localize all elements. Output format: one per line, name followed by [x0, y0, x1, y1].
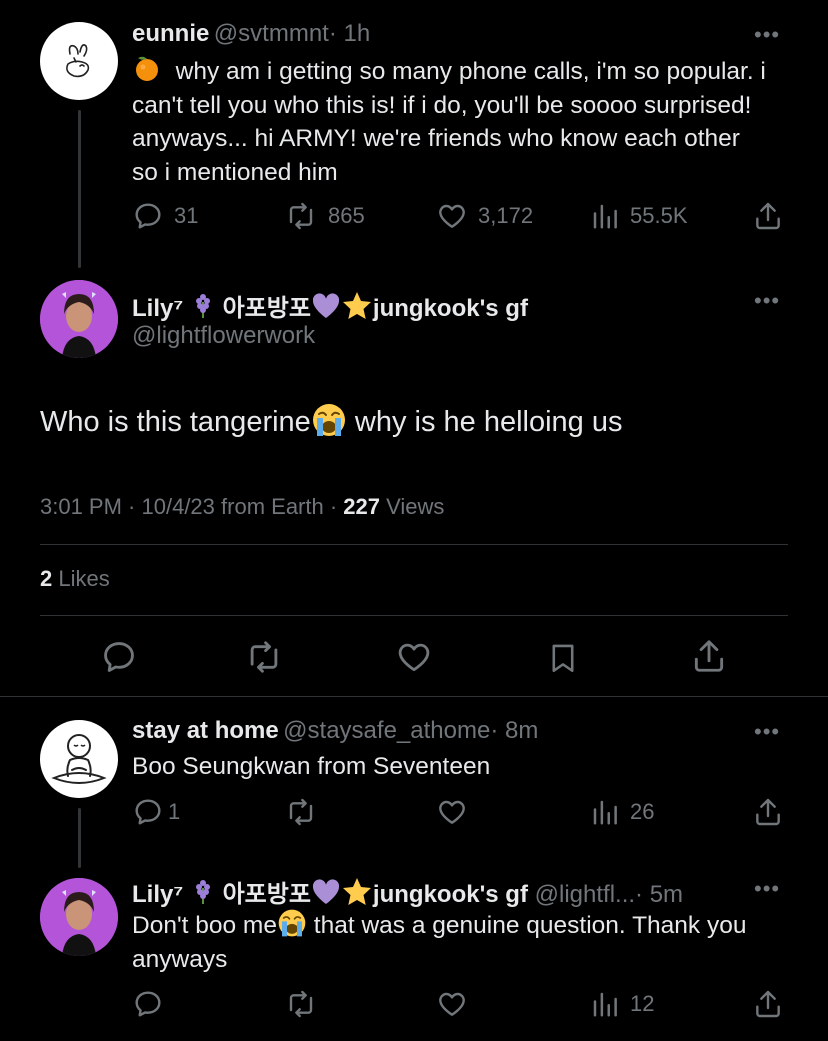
divider	[40, 615, 788, 616]
like-button[interactable]: 3,172	[436, 200, 533, 232]
like-count: 3,172	[478, 203, 534, 228]
retweet-icon	[289, 798, 313, 826]
reply-icon	[135, 991, 161, 1017]
more-options-button[interactable]: •••	[754, 878, 780, 900]
crying-face-emoji	[312, 404, 345, 436]
reply-icon	[104, 642, 134, 672]
tweet-time[interactable]: · 8m	[490, 717, 538, 744]
author-handle[interactable]: @lightflowerwork	[132, 322, 315, 350]
views-button[interactable]: 26	[590, 796, 654, 828]
rabbit-hand-icon	[66, 44, 90, 78]
tweet-meta: 3:01 PM · 10/4/23 from Earth · 227 Views	[40, 494, 445, 519]
profile-photo-icon	[40, 878, 118, 956]
share-icon	[756, 990, 780, 1018]
section-divider	[0, 696, 828, 697]
purple-heart-emoji	[312, 879, 339, 904]
avatar-lily[interactable]	[40, 878, 118, 956]
avatar-lily[interactable]	[40, 280, 118, 358]
tangerine-emoji	[136, 56, 158, 81]
share-icon	[756, 798, 780, 826]
star-emoji	[342, 878, 371, 905]
share-button[interactable]	[690, 636, 728, 676]
like-button[interactable]	[394, 638, 434, 676]
tweet-text: why am i getting so many phone calls, i'…	[132, 53, 772, 189]
views-icon	[593, 992, 617, 1017]
display-name[interactable]: Lily⁷ 아포방포 jungkook's gf	[132, 288, 528, 323]
views-icon	[593, 800, 617, 825]
like-button[interactable]	[436, 796, 468, 828]
tweet-text-content: why am i getting so many phone calls, i'…	[132, 58, 766, 186]
retweet-button[interactable]	[284, 988, 318, 1020]
like-icon	[439, 800, 465, 824]
retweet-icon	[289, 990, 313, 1018]
views-button[interactable]: 55.5K	[590, 200, 688, 232]
bookmark-icon	[552, 644, 574, 673]
avatar-eunnie[interactable]	[40, 22, 118, 100]
share-button[interactable]	[752, 988, 784, 1020]
reply-count: 31	[174, 203, 199, 228]
retweet-button[interactable]	[284, 796, 318, 828]
thread-line	[78, 808, 81, 868]
like-button[interactable]	[436, 988, 468, 1020]
author-handle[interactable]: @lightfl...	[535, 881, 635, 908]
reply-button[interactable]	[100, 638, 138, 676]
author-name[interactable]: eunnie	[132, 20, 209, 47]
avatar-stay-at-home[interactable]	[40, 720, 118, 798]
views-count: 12	[630, 991, 655, 1016]
purple-heart-emoji	[312, 293, 339, 318]
divider	[40, 544, 788, 545]
tweet-date[interactable]: 10/4/23	[142, 494, 215, 519]
meditating-figure-icon	[51, 734, 107, 784]
reply-count: 1	[168, 799, 181, 824]
views-count: 55.5K	[630, 203, 688, 228]
views-count: 227	[343, 494, 381, 519]
reply-text: Don't boo me that was a genuine question…	[132, 908, 772, 976]
like-icon	[439, 992, 465, 1016]
thread-line	[78, 110, 81, 268]
reply-icon	[135, 799, 161, 825]
author-handle[interactable]: @svtmmnt	[214, 20, 329, 47]
views-button[interactable]: 12	[590, 988, 654, 1020]
bookmark-button[interactable]	[546, 638, 580, 678]
views-icon	[593, 204, 617, 229]
hyacinth-emoji	[195, 294, 210, 318]
more-options-button[interactable]: •••	[754, 290, 780, 312]
reply-button[interactable]: 31	[132, 200, 198, 232]
more-options-button[interactable]: •••	[754, 721, 780, 743]
share-icon	[694, 640, 724, 672]
retweet-button[interactable]	[244, 638, 284, 676]
retweet-button[interactable]: 865	[284, 200, 365, 232]
reply-text: Boo Seungkwan from Seventeen	[132, 753, 491, 780]
views-count: 26	[630, 799, 655, 824]
retweet-icon	[289, 202, 313, 230]
views-label: Views	[386, 494, 445, 519]
reply-header: Lily⁷ 아포방포 jungkook's gf @lightfl...· 5m	[132, 874, 683, 909]
star-emoji	[342, 292, 371, 319]
tweet-source: from Earth	[221, 494, 324, 519]
author-name[interactable]: stay at home	[132, 717, 279, 744]
retweet-icon	[250, 641, 278, 673]
tweet-time[interactable]: · 5m	[635, 881, 683, 908]
likes-summary[interactable]: 2 Likes	[40, 566, 110, 592]
crying-face-emoji	[278, 909, 306, 937]
author-name[interactable]: Lily⁷	[132, 881, 183, 908]
reply-button[interactable]: 1	[132, 796, 180, 828]
reply-button[interactable]	[132, 988, 164, 1020]
tweet-time[interactable]: 3:01 PM	[40, 494, 122, 519]
like-icon	[439, 204, 465, 228]
tweet-time[interactable]: · 1h	[329, 20, 370, 47]
main-tweet-text: Who is this tangerine why is he helloing…	[40, 402, 622, 439]
more-options-button[interactable]: •••	[754, 24, 780, 46]
hyacinth-emoji	[195, 880, 210, 904]
share-icon	[756, 202, 780, 230]
like-icon	[398, 643, 430, 672]
retweet-count: 865	[328, 203, 365, 228]
share-button[interactable]	[752, 796, 784, 828]
share-button[interactable]	[752, 200, 784, 232]
profile-photo-icon	[40, 280, 118, 358]
reply-icon	[135, 203, 161, 229]
author-handle[interactable]: @staysafe_athome	[283, 717, 490, 744]
